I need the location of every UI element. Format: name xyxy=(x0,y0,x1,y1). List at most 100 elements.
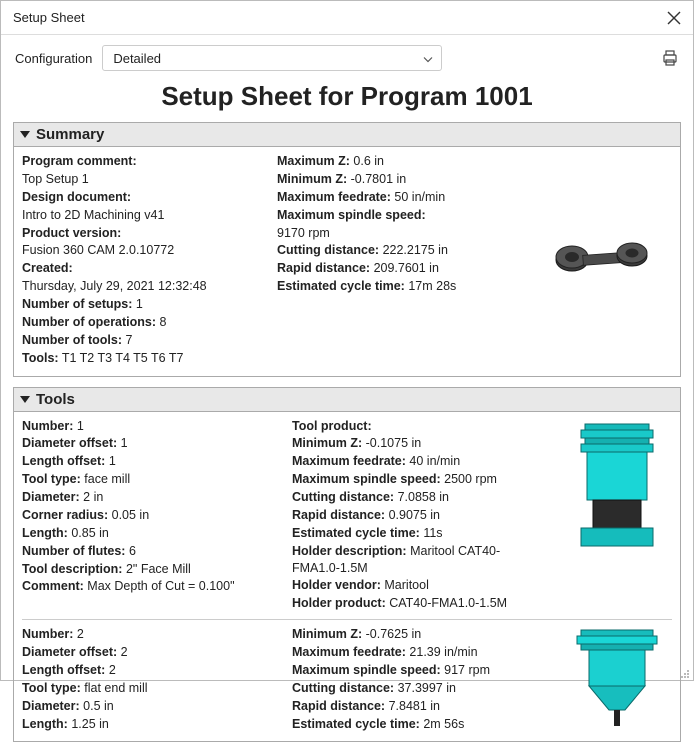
section-summary: Summary Program comment: Top Setup 1 Des… xyxy=(13,122,681,377)
length-label: Length: xyxy=(22,717,68,731)
tool-block: Number: 2 Diameter offset: 2 Length offs… xyxy=(22,619,672,733)
rapid-dist-value: 209.7601 in xyxy=(374,261,439,275)
cut-dist-label: Cutting distance: xyxy=(277,243,379,257)
tools-value: T1 T2 T3 T4 T5 T6 T7 xyxy=(62,351,184,365)
flutes-label: Number of flutes: xyxy=(22,544,125,558)
program-comment-value: Top Setup 1 xyxy=(22,172,89,186)
tool-number-value: 2 xyxy=(77,627,84,641)
corner-radius-value: 0.05 in xyxy=(112,508,150,522)
tool-desc-value: 2" Face Mill xyxy=(126,562,191,576)
num-setups-value: 1 xyxy=(136,297,143,311)
diameter-value: 0.5 in xyxy=(83,699,114,713)
toolbar: Configuration Detailed xyxy=(1,35,693,75)
holder-prod-label: Holder product: xyxy=(292,596,386,610)
section-title: Summary xyxy=(36,126,104,143)
program-comment-label: Program comment: xyxy=(22,154,137,168)
maxspindle-label: Maximum spindle speed: xyxy=(292,472,441,486)
diameter-label: Diameter: xyxy=(22,490,80,504)
cycle-value: 2m 56s xyxy=(423,717,464,731)
num-ops-value: 8 xyxy=(160,315,167,329)
cycle-label: Estimated cycle time: xyxy=(292,717,420,731)
max-feed-label: Maximum feedrate: xyxy=(277,190,391,204)
configuration-select[interactable]: Detailed xyxy=(102,45,442,71)
maxfeed-value: 40 in/min xyxy=(409,454,460,468)
design-document-value: Intro to 2D Machining v41 xyxy=(22,208,164,222)
tools-label: Tools: xyxy=(22,351,59,365)
triangle-down-icon xyxy=(20,396,30,403)
length-label: Length: xyxy=(22,526,68,540)
cycle-label: Estimated cycle time: xyxy=(277,279,405,293)
max-z-value: 0.6 in xyxy=(353,154,384,168)
triangle-down-icon xyxy=(20,131,30,138)
comment-value: Max Depth of Cut = 0.100" xyxy=(87,579,234,593)
resize-grip-icon[interactable] xyxy=(680,667,690,677)
length-offset-label: Length offset: xyxy=(22,454,105,468)
tool-type-label: Tool type: xyxy=(22,472,81,486)
page-title: Setup Sheet for Program 1001 xyxy=(1,81,693,112)
holder-vendor-label: Holder vendor: xyxy=(292,578,381,592)
num-tools-label: Number of tools: xyxy=(22,333,122,347)
num-setups-label: Number of setups: xyxy=(22,297,132,311)
tool-type-value: face mill xyxy=(84,472,130,486)
cutdist-value: 7.0858 in xyxy=(398,490,449,504)
configuration-label: Configuration xyxy=(15,51,92,66)
maxspindle-value: 917 rpm xyxy=(444,663,490,677)
length-offset-value: 2 xyxy=(109,663,116,677)
length-value: 1.25 in xyxy=(71,717,109,731)
max-feed-value: 50 in/min xyxy=(394,190,445,204)
tool2-right: Minimum Z: -0.7625 in Maximum feedrate: … xyxy=(292,626,546,733)
summary-right-column: Maximum Z: 0.6 in Minimum Z: -0.7801 in … xyxy=(277,153,516,368)
created-label: Created: xyxy=(22,261,73,275)
maxspindle-label: Maximum spindle speed: xyxy=(292,663,441,677)
flutes-value: 6 xyxy=(129,544,136,558)
rapiddist-label: Rapid distance: xyxy=(292,699,385,713)
holder-desc-label: Holder description: xyxy=(292,544,407,558)
diameter-offset-value: 2 xyxy=(121,645,128,659)
holder-vendor-value: Maritool xyxy=(384,578,428,592)
tool-thumbnail xyxy=(562,626,672,733)
design-document-label: Design document: xyxy=(22,190,131,204)
tool-type-label: Tool type: xyxy=(22,681,81,695)
created-value: Thursday, July 29, 2021 12:32:48 xyxy=(22,279,207,293)
minz-value: -0.7625 in xyxy=(366,627,422,641)
close-icon[interactable] xyxy=(667,11,681,25)
tool-product-label: Tool product: xyxy=(292,419,372,433)
corner-radius-label: Corner radius: xyxy=(22,508,108,522)
print-icon[interactable] xyxy=(661,49,679,67)
tool-number-value: 1 xyxy=(77,419,84,433)
minz-label: Minimum Z: xyxy=(292,627,362,641)
rapiddist-label: Rapid distance: xyxy=(292,508,385,522)
tool1-right: Tool product: Minimum Z: -0.1075 in Maxi… xyxy=(292,418,546,614)
diameter-offset-label: Diameter offset: xyxy=(22,436,117,450)
cutdist-value: 37.3997 in xyxy=(398,681,456,695)
cycle-label: Estimated cycle time: xyxy=(292,526,420,540)
tool-thumbnail xyxy=(562,418,672,614)
maxspindle-value: 2500 rpm xyxy=(444,472,497,486)
min-z-value: -0.7801 in xyxy=(351,172,407,186)
window-title: Setup Sheet xyxy=(13,10,85,25)
section-title: Tools xyxy=(36,391,75,408)
minz-value: -0.1075 in xyxy=(366,436,422,450)
rapid-dist-label: Rapid distance: xyxy=(277,261,370,275)
length-value: 0.85 in xyxy=(71,526,109,540)
cut-dist-value: 222.2175 in xyxy=(383,243,448,257)
minz-label: Minimum Z: xyxy=(292,436,362,450)
tool-block: Number: 1 Diameter offset: 1 Length offs… xyxy=(22,418,672,614)
part-thumbnail xyxy=(532,153,672,368)
configuration-value: Detailed xyxy=(113,51,161,66)
section-header-summary[interactable]: Summary xyxy=(14,123,680,147)
rapiddist-value: 7.8481 in xyxy=(389,699,440,713)
chevron-down-icon xyxy=(423,51,433,66)
comment-label: Comment: xyxy=(22,579,84,593)
product-version-label: Product version: xyxy=(22,226,121,240)
num-tools-value: 7 xyxy=(125,333,132,347)
tool2-left: Number: 2 Diameter offset: 2 Length offs… xyxy=(22,626,276,733)
section-header-tools[interactable]: Tools xyxy=(14,388,680,412)
cutdist-label: Cutting distance: xyxy=(292,490,394,504)
tool-number-label: Number: xyxy=(22,419,73,433)
maxfeed-value: 21.39 in/min xyxy=(409,645,477,659)
max-z-label: Maximum Z: xyxy=(277,154,350,168)
holder-prod-value: CAT40-FMA1.0-1.5M xyxy=(389,596,507,610)
cycle-value: 17m 28s xyxy=(408,279,456,293)
cutdist-label: Cutting distance: xyxy=(292,681,394,695)
